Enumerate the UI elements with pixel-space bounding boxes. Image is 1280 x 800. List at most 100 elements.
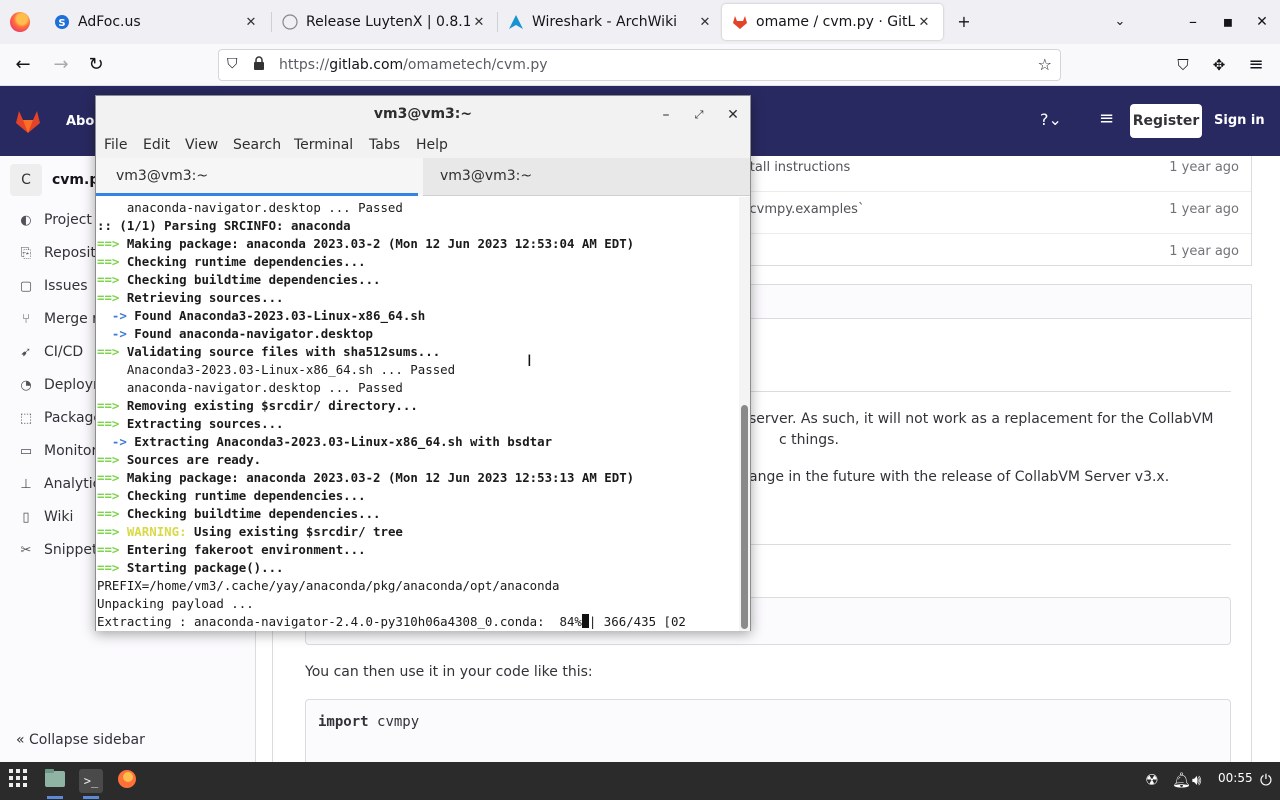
- menu-tabs[interactable]: Tabs: [369, 137, 400, 153]
- hamburger-menu-icon[interactable]: ≡: [1099, 108, 1114, 129]
- firefox-icon[interactable]: [10, 12, 30, 32]
- minimize-icon[interactable]: –: [656, 105, 676, 125]
- tab-gitlab[interactable]: omame / cvm.py · GitLab ✕: [722, 4, 943, 40]
- close-icon[interactable]: ✕: [470, 15, 488, 30]
- menu-edit[interactable]: Edit: [143, 137, 170, 153]
- update-notifier-icon[interactable]: ☢: [1145, 771, 1158, 789]
- menu-icon[interactable]: ≡: [1243, 52, 1269, 78]
- terminal-line: ==> Making package: anaconda 2023.03-2 (…: [97, 470, 635, 485]
- clock[interactable]: 00:55: [1218, 771, 1253, 785]
- close-icon[interactable]: ✕: [915, 15, 933, 30]
- sidebar-item-merge-requests[interactable]: ⑂ Merge r: [18, 308, 98, 330]
- url-bar[interactable]: ⛉ https://gitlab.com/omametech/cvm.py ☆: [218, 49, 1061, 81]
- terminal-line: ==> Checking runtime dependencies...: [97, 488, 366, 503]
- adfocus-icon: S: [54, 14, 70, 30]
- bookmark-star-icon[interactable]: ☆: [1038, 55, 1052, 74]
- readme-paragraph: c things.: [779, 432, 839, 448]
- terminal-window[interactable]: vm3@vm3:~ – ⤢ ✕ File Edit View Search Te…: [95, 95, 751, 631]
- firefox-icon[interactable]: [115, 769, 139, 793]
- tab-wireshark[interactable]: Wireshark - ArchWiki ✕: [498, 4, 724, 40]
- terminal-titlebar[interactable]: vm3@vm3:~ – ⤢ ✕: [96, 96, 750, 134]
- sidebar-item-packages[interactable]: ⬚ Package: [18, 407, 102, 429]
- back-button[interactable]: ←: [10, 52, 36, 78]
- gitlab-logo-icon[interactable]: [14, 107, 42, 135]
- project-header[interactable]: C cvm.py: [10, 164, 108, 196]
- terminal-line: ==> Checking buildtime dependencies...: [97, 272, 381, 287]
- terminal-menubar: File Edit View Search Terminal Tabs Help: [96, 134, 750, 158]
- sidebar-item-deployments[interactable]: ◔ Deploym: [18, 374, 106, 396]
- extensions-icon[interactable]: ✥: [1206, 52, 1232, 78]
- menu-view[interactable]: View: [185, 137, 218, 153]
- terminal-line: ==> WARNING: Using existing $srcdir/ tre…: [97, 524, 403, 539]
- power-icon[interactable]: ⏻: [1260, 771, 1272, 789]
- list-tabs-button[interactable]: ⌄: [1108, 10, 1132, 34]
- rocket-icon: ➹: [20, 344, 32, 360]
- register-button[interactable]: Register: [1130, 104, 1202, 138]
- menu-terminal[interactable]: Terminal: [294, 137, 353, 153]
- terminal-line: Extracting : anaconda-navigator-2.4.0-py…: [97, 614, 686, 629]
- pocket-icon[interactable]: ⛉: [1170, 52, 1196, 78]
- terminal-line: ==> Checking runtime dependencies...: [97, 254, 366, 269]
- sidebar-item-issues[interactable]: ▢ Issues: [18, 275, 88, 297]
- terminal-line: PREFIX=/home/vm3/.cache/yay/anaconda/pkg…: [97, 578, 560, 593]
- tab-label: Wireshark - ArchWiki: [532, 14, 678, 30]
- tab-adfocus[interactable]: S AdFoc.us ✕: [44, 4, 270, 40]
- package-icon: ⬚: [19, 410, 33, 426]
- tab-label: omame / cvm.py · GitLab: [756, 14, 915, 30]
- app-grid-icon[interactable]: [6, 769, 30, 793]
- terminal-tab-1[interactable]: vm3@vm3:~: [96, 158, 423, 196]
- minimize-button[interactable]: –: [1181, 10, 1205, 34]
- help-icon[interactable]: ?⌄: [1040, 110, 1062, 129]
- terminal-tab-2[interactable]: vm3@vm3:~: [420, 158, 747, 196]
- close-window-button[interactable]: ✕: [1250, 10, 1274, 34]
- terminal-line: ==> Making package: anaconda 2023.03-2 (…: [97, 236, 635, 251]
- terminal-line: anaconda-navigator.desktop ... Passed: [97, 380, 403, 395]
- terminal-line: -> Found Anaconda3-2023.03-Linux-x86_64.…: [97, 308, 426, 323]
- terminal-line: anaconda-navigator.desktop ... Passed: [97, 200, 403, 215]
- tab-luytenx[interactable]: Release LuytenX | 0.8.1 · E ✕: [272, 4, 498, 40]
- terminal-cursor: [581, 614, 589, 628]
- sidebar-item-analytics[interactable]: ⊥ Analytic: [18, 473, 100, 495]
- file-manager-icon[interactable]: [43, 769, 67, 793]
- notification-bell-icon[interactable]: 🔔︎: [1172, 771, 1191, 789]
- collapse-sidebar-button[interactable]: « Collapse sidebar: [16, 732, 145, 748]
- scrollbar-thumb[interactable]: [741, 405, 748, 629]
- commit-message[interactable]: stall instructions: [743, 160, 850, 175]
- commit-time: 1 year ago: [1169, 202, 1239, 217]
- sidebar-item-monitor[interactable]: ▭ Monitor: [18, 440, 97, 462]
- commit-time: 1 year ago: [1169, 244, 1239, 259]
- sign-in-link[interactable]: Sign in: [1214, 113, 1265, 128]
- lock-icon[interactable]: [253, 56, 265, 74]
- sidebar-item-project[interactable]: ◐ Project: [18, 209, 92, 231]
- close-icon[interactable]: ✕: [696, 15, 714, 30]
- double-chevron-left-icon: «: [16, 732, 25, 748]
- close-icon[interactable]: ✕: [242, 15, 260, 30]
- forward-button[interactable]: →: [48, 52, 74, 78]
- terminal-line: ==> Extracting sources...: [97, 416, 284, 431]
- menu-help[interactable]: Help: [416, 137, 448, 153]
- shield-icon[interactable]: ⛉: [227, 56, 238, 72]
- maximize-icon[interactable]: ⤢: [689, 105, 709, 125]
- volume-icon[interactable]: 🔊︎: [1192, 771, 1201, 789]
- maximize-button[interactable]: ◼: [1216, 10, 1240, 34]
- menu-search[interactable]: Search: [233, 137, 281, 153]
- terminal-icon[interactable]: >_: [79, 769, 103, 793]
- terminal-line: -> Found anaconda-navigator.desktop: [97, 326, 374, 341]
- terminal-scrollbar[interactable]: [739, 197, 750, 631]
- terminal-output[interactable]: anaconda-navigator.desktop ... Passed:: …: [96, 197, 739, 631]
- terminal-line: -> Extracting Anaconda3-2023.03-Linux-x8…: [97, 434, 553, 449]
- browser-tab-bar: S AdFoc.us ✕ Release LuytenX | 0.8.1 · E…: [0, 0, 1280, 44]
- sidebar-item-cicd[interactable]: ➹ CI/CD: [18, 341, 84, 363]
- reload-button[interactable]: ↻: [83, 52, 109, 78]
- usage-code-block[interactable]: import cvmpy: [305, 699, 1231, 762]
- sidebar-item-snippets[interactable]: ✂ Snippet: [18, 539, 98, 561]
- menu-file[interactable]: File: [104, 137, 127, 153]
- sidebar-item-repository[interactable]: ⎘ Reposit: [18, 242, 96, 264]
- commit-message[interactable]: `cvmpy.examples`: [743, 202, 864, 217]
- url-text[interactable]: https://gitlab.com/omametech/cvm.py: [279, 57, 548, 73]
- new-tab-button[interactable]: +: [952, 10, 976, 34]
- close-icon[interactable]: ✕: [723, 105, 743, 125]
- analytics-icon: ⊥: [20, 476, 32, 492]
- sidebar-item-wiki[interactable]: ▯ Wiki: [18, 506, 73, 528]
- readme-paragraph: server. As such, it will not work as a r…: [749, 411, 1214, 427]
